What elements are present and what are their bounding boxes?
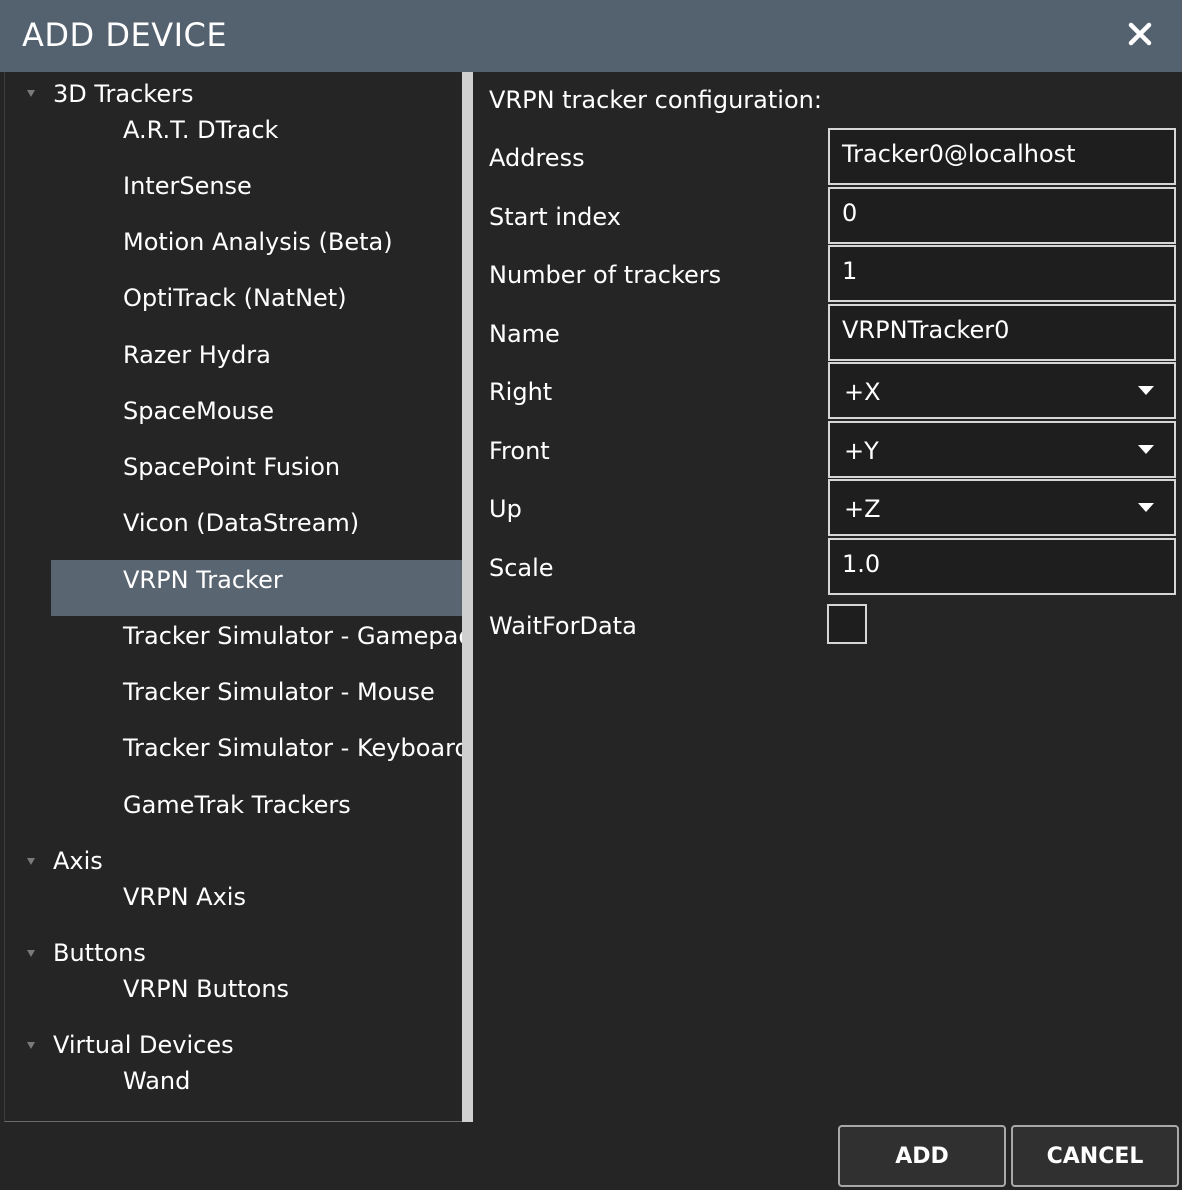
number-of-trackers-label: Number of trackers [489, 261, 722, 289]
address-label: Address [489, 144, 585, 172]
up-label: Up [489, 495, 522, 523]
up-select-value: +Z [844, 495, 881, 523]
tree-item-razer-hydra[interactable]: Razer Hydra [123, 338, 271, 372]
tree-item-vrpn-tracker[interactable]: VRPN Tracker [123, 563, 283, 597]
config-panel: VRPN tracker configuration: Address Trac… [473, 72, 1182, 1122]
tree-category-3d-trackers[interactable]: 3D Trackers [53, 77, 193, 111]
close-icon [1128, 22, 1152, 46]
start-index-field[interactable]: 0 [828, 187, 1176, 244]
add-button[interactable]: ADD [838, 1125, 1006, 1187]
wait-for-data-label: WaitForData [489, 612, 637, 640]
scale-field[interactable]: 1.0 [828, 538, 1176, 595]
expanded-arrow-icon[interactable] [27, 90, 35, 97]
tree-category-axis[interactable]: Axis [53, 844, 103, 878]
expanded-arrow-icon[interactable] [27, 950, 35, 957]
front-select-value: +Y [844, 437, 879, 465]
add-device-dialog: ADD DEVICE 3D Trackers A.R.T. DTrack Int… [0, 0, 1182, 1190]
number-of-trackers-field[interactable]: 1 [828, 245, 1176, 302]
tree-category-buttons[interactable]: Buttons [53, 936, 146, 970]
address-field[interactable]: Tracker0@localhost [828, 128, 1176, 185]
tree-item-motion-analysis[interactable]: Motion Analysis (Beta) [123, 225, 393, 259]
panel-splitter[interactable] [462, 72, 473, 1122]
right-select[interactable]: +X [828, 362, 1176, 419]
config-heading: VRPN tracker configuration: [489, 86, 822, 114]
tree-item-vicon[interactable]: Vicon (DataStream) [123, 506, 359, 540]
cancel-button[interactable]: CANCEL [1011, 1125, 1179, 1187]
chevron-down-icon [1138, 503, 1154, 512]
expanded-arrow-icon[interactable] [27, 858, 35, 865]
name-label: Name [489, 320, 560, 348]
chevron-down-icon [1138, 386, 1154, 395]
front-select[interactable]: +Y [828, 421, 1176, 478]
close-button[interactable] [1120, 14, 1160, 54]
tree-item-vrpn-buttons[interactable]: VRPN Buttons [123, 972, 289, 1006]
wait-for-data-checkbox[interactable] [827, 604, 867, 644]
tree-item-spacemouse[interactable]: SpaceMouse [123, 394, 274, 428]
dialog-title: ADD DEVICE [22, 16, 228, 54]
start-index-label: Start index [489, 203, 621, 231]
tree-item-gametrak[interactable]: GameTrak Trackers [123, 788, 351, 822]
right-select-value: +X [844, 378, 881, 406]
tree-category-virtual-devices[interactable]: Virtual Devices [53, 1028, 234, 1062]
tree-item-optitrack[interactable]: OptiTrack (NatNet) [123, 281, 347, 315]
front-label: Front [489, 437, 550, 465]
expanded-arrow-icon[interactable] [27, 1042, 35, 1049]
chevron-down-icon [1138, 445, 1154, 454]
tree-item-wand[interactable]: Wand [123, 1064, 190, 1098]
tree-item-intersense[interactable]: InterSense [123, 169, 252, 203]
tree-item-tracker-sim-keyboard[interactable]: Tracker Simulator - Keyboard [123, 731, 462, 765]
tree-item-spacepoint-fusion[interactable]: SpacePoint Fusion [123, 450, 340, 484]
tree-item-tracker-sim-gamepad[interactable]: Tracker Simulator - Gamepad [123, 619, 462, 653]
right-label: Right [489, 378, 553, 406]
name-field[interactable]: VRPNTracker0 [828, 304, 1176, 361]
scale-label: Scale [489, 554, 554, 582]
tree-item-vrpn-axis[interactable]: VRPN Axis [123, 880, 246, 914]
tree-item-tracker-sim-mouse[interactable]: Tracker Simulator - Mouse [123, 675, 435, 709]
device-tree[interactable]: 3D Trackers A.R.T. DTrack InterSense Mot… [4, 72, 462, 1122]
tree-item-art-dtrack[interactable]: A.R.T. DTrack [123, 113, 278, 147]
title-bar: ADD DEVICE [0, 0, 1182, 72]
up-select[interactable]: +Z [828, 479, 1176, 536]
